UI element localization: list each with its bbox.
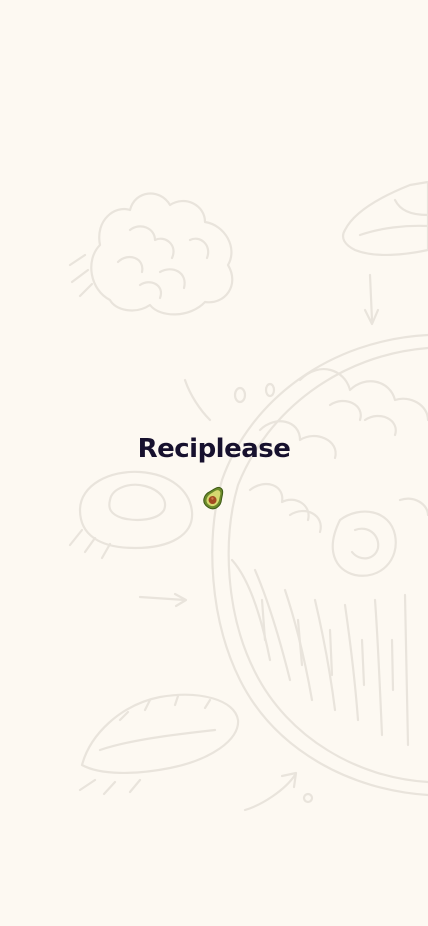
avocado-icon [203,486,224,510]
salmon-sketch [341,180,428,326]
taco-sketch [78,693,240,796]
splash-content: Reciplease [0,432,428,516]
cauliflower-sketch [68,192,234,316]
app-title: Reciplease [137,434,291,464]
arrow-sketch [243,771,314,812]
bowl-sketch [211,333,428,797]
